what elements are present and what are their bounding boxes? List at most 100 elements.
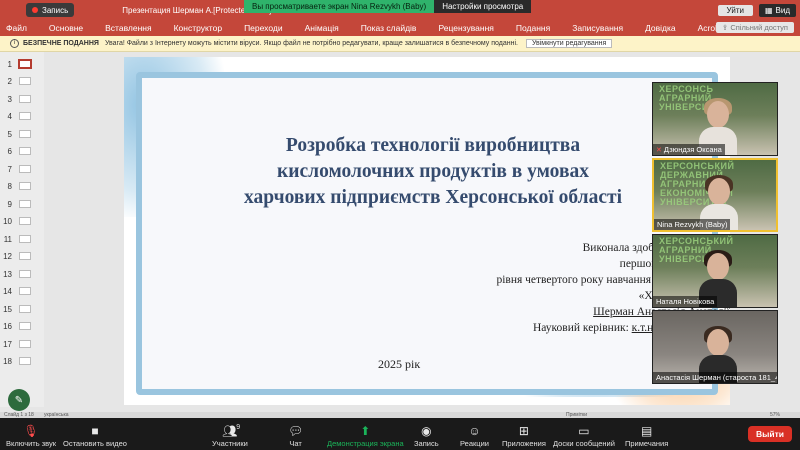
shield-icon: i [10, 39, 19, 48]
participants-button[interactable]: 👥︎ 9 Участники [212, 420, 248, 448]
chat-icon: 💬︎ [288, 424, 304, 438]
thumbnail-preview [19, 147, 31, 155]
thumbnail-preview [19, 200, 31, 208]
thumbnail-8[interactable]: 8 [0, 179, 44, 196]
share-screen-icon: ⬆ [360, 424, 371, 438]
leave-top-button[interactable]: Уйти [717, 4, 753, 16]
participant-name: Анастасія Шерман (староста 181_4... [653, 372, 777, 383]
thumbnail-14[interactable]: 14 [0, 284, 44, 301]
thumbnail-2[interactable]: 2 [0, 74, 44, 91]
participant-video-strip: ХЕРСОНСЬ АГРАРНИЙ УНІВЕРСИ ✕ Дзюндзя Окса… [652, 82, 778, 384]
thumbnail-number: 3 [7, 95, 12, 104]
apps-label: Приложения [502, 439, 546, 448]
participant-name-text: Наталя Новікова [656, 297, 715, 306]
tab-view[interactable]: Подання [516, 23, 550, 33]
whiteboards-button[interactable]: ▭ Доски сообщений [553, 420, 615, 448]
reactions-button[interactable]: ☺ Реакции [460, 420, 489, 448]
unmute-button[interactable]: 🎙︎ Включить звук [6, 420, 56, 448]
supervisor-label: Науковий керівник: [532, 322, 632, 334]
thumbnail-1[interactable]: 1 [0, 57, 44, 74]
thumbnail-3[interactable]: 3 [0, 92, 44, 109]
thumbnail-12[interactable]: 12 [0, 249, 44, 266]
slide-thumbnail-pane: 1 2 3 4 5 6 7 8 9 10 11 12 13 14 15 16 1… [0, 52, 44, 407]
record-dot-icon [32, 7, 38, 13]
thumbnail-preview [19, 182, 31, 190]
thumbnail-preview [19, 95, 31, 103]
annotate-pen-button[interactable]: ✎ [8, 389, 30, 411]
leave-meeting-button[interactable]: Выйти [747, 426, 792, 442]
video-tile[interactable]: ХЕРСОНСЬ АГРАРНИЙ УНІВЕРСИ ✕ Дзюндзя Окса… [652, 82, 778, 156]
notes-icon: ▤ [640, 424, 653, 438]
share-access-button[interactable]: ⇪ Спільний доступ [715, 22, 794, 33]
stop-video-button[interactable]: ■ Остановить видео [63, 420, 127, 448]
tab-home[interactable]: Основне [49, 23, 83, 33]
thumbnail-7[interactable]: 7 [0, 162, 44, 179]
thumbnail-number: 4 [7, 112, 12, 121]
participants-count: 9 [236, 424, 241, 431]
tab-file[interactable]: Файл [6, 23, 27, 33]
thumbnail-9[interactable]: 9 [0, 197, 44, 214]
tab-recording[interactable]: Записування [572, 23, 623, 33]
thumbnail-4[interactable]: 4 [0, 109, 44, 126]
protected-view-title: БЕЗПЕЧНЕ ПОДАННЯ [23, 40, 99, 47]
whiteboards-label: Доски сообщений [553, 439, 615, 448]
grid-icon: ▦ [764, 5, 773, 15]
face [708, 178, 730, 205]
thumbnail-13[interactable]: 13 [0, 267, 44, 284]
chat-button[interactable]: 💬︎ Чат [288, 420, 303, 448]
participant-name: Nina Rezvykh (Baby) [654, 219, 731, 230]
thumbnail-number: 6 [7, 147, 12, 156]
thumbnail-preview [19, 235, 31, 243]
thumbnail-preview [19, 287, 31, 295]
view-button[interactable]: ▦ Вид [758, 3, 796, 17]
thumbnail-preview [19, 77, 31, 85]
thumbnail-18[interactable]: 18 [0, 354, 44, 371]
recording-indicator[interactable]: Запись [26, 3, 75, 17]
thumbnail-preview [19, 165, 31, 173]
thumbnail-15[interactable]: 15 [0, 302, 44, 319]
current-slide[interactable]: Розробка технології виробництва кисломол… [124, 57, 730, 405]
video-tile[interactable]: ХЕРСОНСЬКИЙ АГРАРНИЙ УНІВЕРСИТЕТ Наталя … [652, 234, 778, 308]
enable-editing-button[interactable]: Увімкнути редагування [525, 39, 613, 48]
tab-insert[interactable]: Вставлення [105, 23, 151, 33]
stop-video-label: Остановить видео [63, 439, 127, 448]
title-bar-controls: Уйти ▦ Вид [717, 0, 800, 20]
tab-transitions[interactable]: Переходи [244, 23, 283, 33]
apps-icon: ⊞ [518, 424, 529, 438]
chat-label: Чат [289, 439, 302, 448]
thumbnail-preview [18, 59, 32, 69]
share-screen-label: Демонстрация экрана [327, 439, 404, 448]
ribbon-tabs: Файл Основне Вставлення Конструктор Пере… [0, 20, 800, 36]
unmute-label: Включить звук [6, 439, 57, 448]
slide-year: 2025 рік [378, 357, 421, 371]
thumbnail-preview [19, 252, 31, 260]
thumbnail-17[interactable]: 17 [0, 337, 44, 354]
thumbnail-number: 1 [7, 60, 12, 69]
video-tile-active-speaker[interactable]: ХЕРСОНСЬКИЙ ДЕРЖАВНИЙ АГРАРНИЙ ЕКОНОМІЧН… [652, 158, 778, 232]
thumbnail-6[interactable]: 6 [0, 144, 44, 161]
view-options-button[interactable]: Настройки просмотра [434, 0, 532, 13]
thumbnail-number: 2 [7, 77, 12, 86]
share-screen-button[interactable]: ⬆ Демонстрация экрана [327, 420, 404, 448]
slide-title: Розробка технології виробництва кисломол… [164, 133, 702, 211]
thumbnail-10[interactable]: 10 [0, 214, 44, 231]
record-label: Запись [414, 439, 439, 448]
zoom-window: Запись Презентация Шерман А.[Protected V… [0, 0, 800, 450]
thumbnail-number: 8 [7, 182, 12, 191]
thumbnail-11[interactable]: 11 [0, 232, 44, 249]
tab-review[interactable]: Рецензування [438, 23, 493, 33]
tab-help[interactable]: Довідка [645, 23, 676, 33]
thumbnail-16[interactable]: 16 [0, 319, 44, 336]
whiteboard-icon: ▭ [578, 424, 590, 438]
tab-slideshow[interactable]: Показ слайдів [361, 23, 417, 33]
tab-design[interactable]: Конструктор [174, 23, 222, 33]
video-tile[interactable]: Анастасія Шерман (староста 181_4... [652, 310, 778, 384]
apps-button[interactable]: ⊞ Приложения [502, 420, 546, 448]
notes-toolbar-button[interactable]: ▤ Примечания [625, 420, 668, 448]
record-button[interactable]: ◉ Запись [414, 420, 439, 448]
mic-muted-icon: ✕ [656, 147, 662, 154]
tab-animations[interactable]: Анімація [305, 23, 339, 33]
pen-icon: ✎ [14, 394, 24, 406]
thumbnail-number: 5 [7, 130, 12, 139]
thumbnail-5[interactable]: 5 [0, 127, 44, 144]
